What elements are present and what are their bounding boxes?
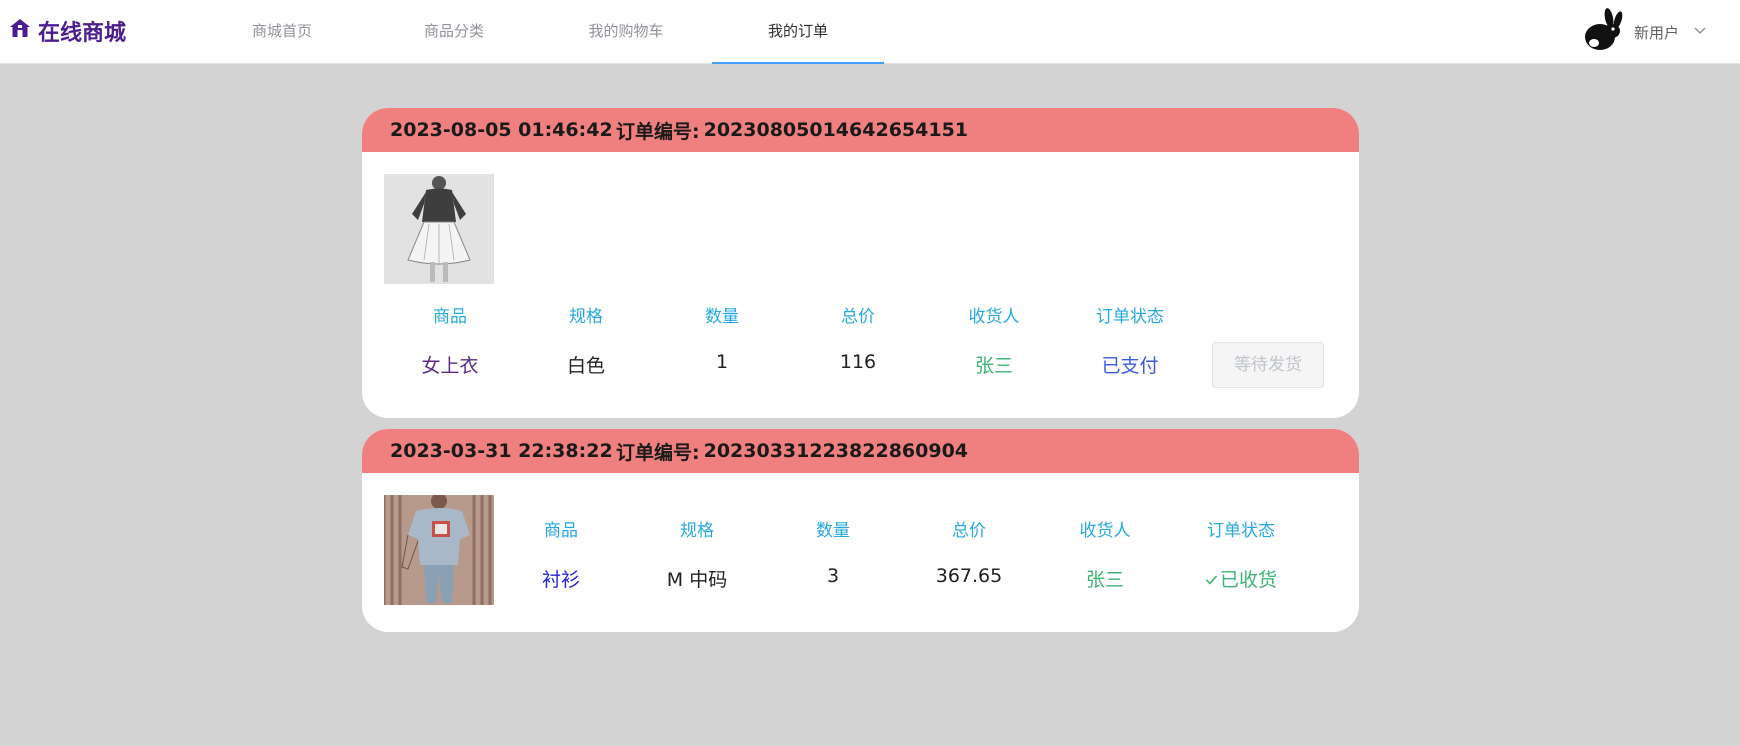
- home-icon: [8, 16, 32, 46]
- nav-cart[interactable]: 我的购物车: [540, 0, 712, 64]
- col-status: 订单状态: [1096, 307, 1164, 327]
- order-status: 已收货: [1219, 569, 1277, 591]
- col-quantity: 数量: [816, 521, 850, 541]
- order-number-label: 订单编号:: [616, 441, 700, 464]
- product-image[interactable]: [384, 495, 494, 605]
- receiver-name: 张三: [1085, 569, 1124, 591]
- receiver-name: 张三: [974, 355, 1013, 377]
- order-column-headers: 商品 规格 数量 总价 收货人 订单状态: [493, 516, 1309, 541]
- order-values: 女上衣 白色 1 116 张三 已支付: [382, 351, 1198, 378]
- col-spec: 规格: [680, 521, 714, 541]
- order-number-label: 订单编号:: [616, 120, 700, 143]
- order-column-headers: 商品 规格 数量 总价 收货人 订单状态: [382, 302, 1198, 327]
- col-total: 总价: [841, 307, 875, 327]
- product-image[interactable]: [384, 174, 494, 284]
- col-receiver: 收货人: [968, 307, 1020, 327]
- user-name: 新用户: [1634, 23, 1680, 42]
- col-product: 商品: [544, 521, 578, 541]
- col-total: 总价: [952, 521, 986, 541]
- brand-logo[interactable]: 在线商城: [8, 14, 126, 48]
- product-quantity: 3: [826, 565, 840, 587]
- col-status: 订单状态: [1207, 521, 1275, 541]
- product-name[interactable]: 衬衫: [493, 565, 629, 592]
- col-receiver: 收货人: [1079, 521, 1131, 541]
- order-header: 2023-03-31 22:38:22 订单编号: 20230331223822…: [362, 429, 1359, 473]
- brand-title: 在线商城: [38, 21, 127, 46]
- order-status-received: 已收货: [1173, 565, 1309, 592]
- order-card: 2023-03-31 22:38:22 订单编号: 20230331223822…: [362, 429, 1359, 632]
- top-navbar: 在线商城 商城首页 商品分类 我的购物车 我的订单 新用户: [0, 0, 1740, 64]
- nav-my-orders[interactable]: 我的订单: [712, 0, 884, 64]
- order-status: 已支付: [1101, 355, 1159, 377]
- order-header: 2023-08-05 01:46:42 订单编号: 20230805014642…: [362, 108, 1359, 152]
- awaiting-shipment-button[interactable]: 等待发货: [1212, 342, 1324, 388]
- order-total: 367.65: [935, 565, 1003, 587]
- user-menu[interactable]: 新用户: [1580, 8, 1707, 56]
- nav-categories[interactable]: 商品分类: [368, 0, 540, 64]
- product-spec: M 中码: [666, 569, 728, 591]
- order-number: 20230805014642654151: [703, 119, 969, 141]
- order-total: 116: [839, 351, 877, 373]
- chevron-down-icon: [1687, 23, 1707, 41]
- order-card: 2023-08-05 01:46:42 订单编号: 20230805014642…: [362, 108, 1359, 418]
- product-spec: 白色: [566, 355, 605, 377]
- order-values: 衬衫 M 中码 3 367.65 张三 已收货: [493, 565, 1309, 592]
- col-spec: 规格: [569, 307, 603, 327]
- product-quantity: 1: [715, 351, 729, 373]
- col-quantity: 数量: [705, 307, 739, 327]
- main-nav: 商城首页 商品分类 我的购物车 我的订单: [196, 0, 884, 64]
- product-name[interactable]: 女上衣: [382, 351, 518, 378]
- order-time: 2023-03-31 22:38:22: [390, 440, 613, 462]
- order-time: 2023-08-05 01:46:42: [390, 119, 613, 141]
- avatar-rabbit-icon: [1580, 7, 1626, 57]
- order-number: 20230331223822860904: [703, 440, 969, 462]
- col-product: 商品: [433, 307, 467, 327]
- nav-home[interactable]: 商城首页: [196, 0, 368, 64]
- check-icon: [1205, 569, 1218, 591]
